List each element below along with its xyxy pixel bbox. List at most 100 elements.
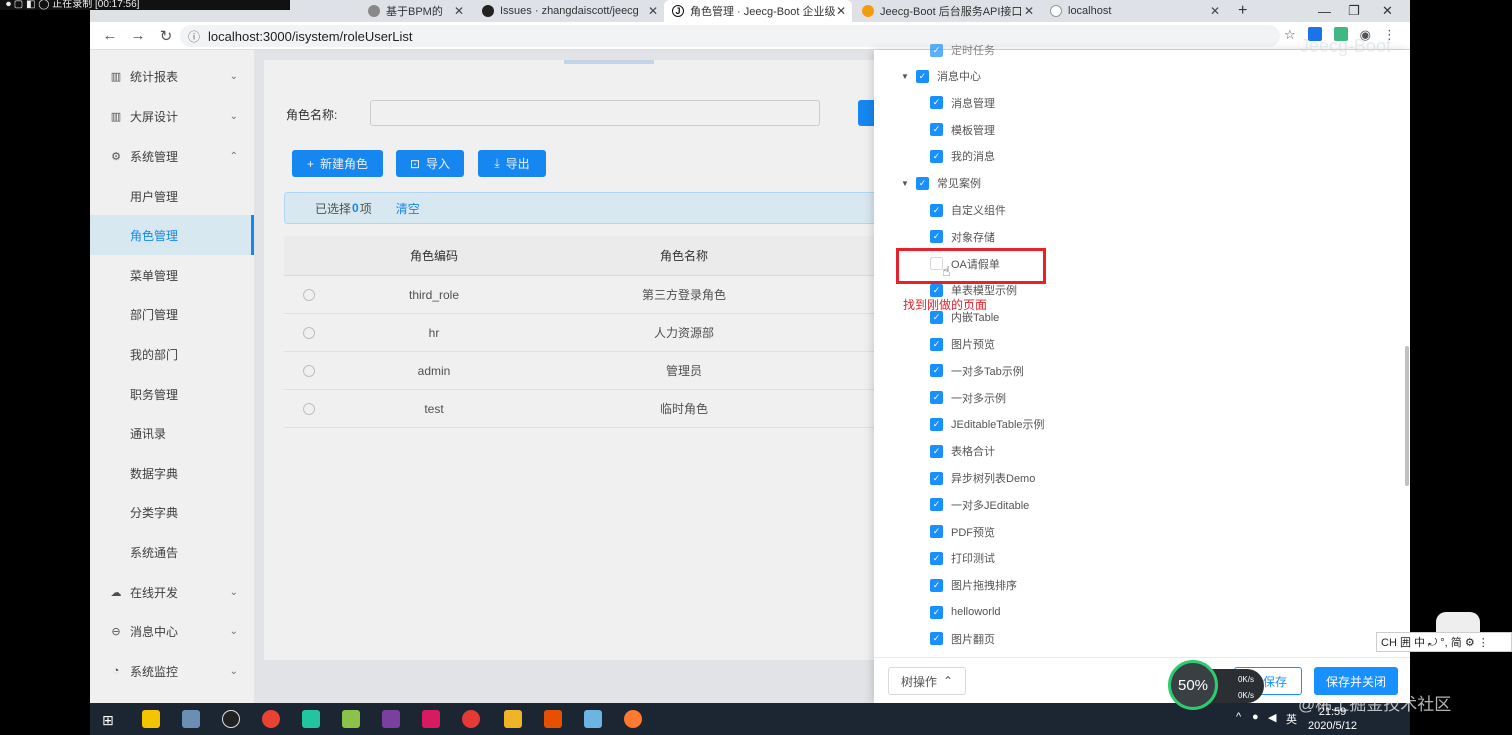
drawer-scrollbar[interactable] (1405, 346, 1409, 486)
close-icon[interactable]: ✕ (836, 4, 846, 18)
tree-node[interactable]: ▼ ✓ 消息中心 (898, 66, 981, 86)
browser-tab-active[interactable]: J 角色管理 · Jeecg-Boot 企业级 ✕ (664, 0, 852, 22)
tab-title: 基于BPM的 (386, 6, 443, 18)
browser-tab[interactable]: Jeecg-Boot 后台服务API接口 ✕ (854, 0, 1040, 22)
chevron-up-icon: ⌃ (942, 674, 954, 688)
recorder-icon[interactable] (462, 710, 480, 728)
address-bar: ← → ↻ ⓘ localhost:3000/isystem/roleUserL… (90, 22, 1410, 50)
tree-node-label: 图片拖拽排序 (951, 580, 1017, 593)
qq-icon[interactable] (222, 710, 240, 728)
checkbox-checked-icon[interactable]: ✓ (916, 69, 929, 83)
close-window-icon[interactable]: ✕ (1382, 0, 1393, 22)
checkbox-checked-icon[interactable]: ✓ (930, 149, 943, 163)
checkbox-checked-icon[interactable]: ✓ (930, 43, 943, 57)
star-icon[interactable]: ☆ (1284, 27, 1296, 43)
caret-down-icon[interactable]: ▼ (898, 72, 912, 81)
tree-node[interactable]: ✓ helloworld (930, 602, 1001, 622)
tree-node[interactable]: ✓ 自定义组件 (930, 200, 1006, 220)
file-explorer-icon[interactable] (182, 710, 200, 728)
tree-node-label: 模板管理 (951, 124, 995, 137)
checkbox-checked-icon[interactable]: ✓ (930, 578, 943, 592)
tree-node[interactable]: ✓ 图片拖拽排序 (930, 575, 1017, 595)
tree-node[interactable]: ✓ 模板管理 (930, 120, 995, 140)
checkbox-checked-icon[interactable]: ✓ (930, 471, 943, 485)
close-icon[interactable]: ✕ (1024, 4, 1034, 18)
reload-icon[interactable]: ↻ (152, 27, 180, 45)
chrome-icon[interactable] (262, 710, 280, 728)
tree-node[interactable]: ✓ 一对多JEditable (930, 495, 1029, 515)
tree-node[interactable]: ▼ ✓ 常见案例 (898, 173, 981, 193)
tree-operations-button[interactable]: 树操作 ⌃ (888, 667, 966, 695)
browser-tab[interactable]: localhost ✕ (1042, 0, 1226, 22)
network-speed-widget: 0K/s 0K/s 50% (1168, 660, 1264, 712)
tree-node[interactable]: ✓ 图片翻页 (930, 629, 995, 649)
checkbox-checked-icon[interactable]: ✓ (930, 123, 943, 137)
tree-node-label: 消息管理 (951, 97, 995, 110)
checkbox-checked-icon[interactable]: ✓ (930, 525, 943, 539)
screen: 基于BPM的 ✕ Issues · zhangdaiscott/jeecg ✕ … (90, 0, 1410, 735)
close-icon[interactable]: ✕ (454, 4, 464, 18)
tree-node[interactable]: ✓ 一对多示例 (930, 388, 1006, 408)
intellij-icon[interactable] (422, 710, 440, 728)
checkbox-checked-icon[interactable]: ✓ (930, 444, 943, 458)
tree-node[interactable]: ✓ 对象存储 (930, 227, 995, 247)
tree-node[interactable]: ✓ 我的消息 (930, 146, 995, 166)
app-area: ▥ 统计报表 ⌄ ▥ 大屏设计 ⌄ ⚙ 系统管理 ⌃ 用户管理 角色管理 菜单管… (90, 43, 1410, 703)
postman-icon[interactable] (624, 710, 642, 728)
sticky-notes-icon[interactable] (142, 710, 160, 728)
checkbox-checked-icon[interactable]: ✓ (930, 283, 943, 297)
back-icon[interactable]: ← (96, 27, 124, 44)
volume-icon[interactable]: ◀ (1268, 711, 1276, 724)
tree-node[interactable]: ✓ 异步树列表Demo (930, 468, 1035, 488)
download-speed: 0K/s (1237, 691, 1254, 700)
close-icon[interactable]: ✕ (648, 4, 658, 18)
tree-node[interactable]: ✓ 图片预览 (930, 334, 995, 354)
checkbox-checked-icon[interactable]: ✓ (930, 632, 943, 646)
tree-node[interactable]: ✓ 打印测试 (930, 548, 995, 568)
notepad-icon[interactable] (342, 710, 360, 728)
checkbox-checked-icon[interactable]: ✓ (930, 605, 943, 619)
tree-node[interactable]: ✓ PDF预览 (930, 522, 995, 542)
tree-node[interactable]: ✓ 消息管理 (930, 93, 995, 113)
app-icon[interactable] (584, 710, 602, 728)
checkbox-checked-icon[interactable]: ✓ (930, 337, 943, 351)
restore-icon[interactable]: ❐ (1348, 0, 1360, 22)
checkbox-checked-icon[interactable]: ✓ (930, 203, 943, 217)
checkbox-checked-icon[interactable]: ✓ (930, 551, 943, 565)
ime-toolbar-text: CH 囲 中 ⤾ °, 简 ⚙ ⋮ (1381, 637, 1489, 649)
checkbox-checked-icon[interactable]: ✓ (930, 230, 943, 244)
checkbox-checked-icon[interactable]: ✓ (930, 498, 943, 512)
tray-qq-icon[interactable]: ● (1252, 711, 1259, 723)
onenote-icon[interactable] (382, 710, 400, 728)
permission-drawer: ✓ 定时任务 ▼ ✓ 消息中心 ✓ 消息管理 ✓ 模板管理 ✓ 我的消息 ▼ ✓ 常见案例 ✓ 自定义组件… (874, 43, 1410, 703)
tree-node[interactable]: ✓ 一对多Tab示例 (930, 361, 1024, 381)
forward-icon[interactable]: → (124, 27, 152, 44)
checkbox-checked-icon[interactable]: ✓ (930, 96, 943, 110)
browser-tab[interactable]: Issues · zhangdaiscott/jeecg ✕ (474, 0, 664, 22)
tray-chevron-icon[interactable]: ^ (1236, 711, 1241, 723)
annotation-text: 找到刚做的页面 (903, 298, 988, 312)
url-field[interactable]: ⓘ localhost:3000/isystem/roleUserList (180, 25, 1280, 47)
new-tab-button[interactable]: + (1238, 0, 1247, 22)
tree-node[interactable]: ✓ 表格合计 (930, 441, 995, 461)
checkbox-checked-icon[interactable]: ✓ (930, 391, 943, 405)
tree-node-label: 一对多JEditable (951, 499, 1030, 512)
close-icon[interactable]: ✕ (1210, 4, 1220, 18)
tree-node-label: JEditableTable示例 (951, 419, 1045, 432)
caret-down-icon[interactable]: ▼ (898, 179, 912, 188)
ime-toolbar[interactable]: CH 囲 中 ⤾ °, 简 ⚙ ⋮ (1376, 632, 1512, 652)
drawer-mask[interactable] (90, 50, 874, 703)
checkbox-checked-icon[interactable]: ✓ (930, 364, 943, 378)
windows-start-icon[interactable]: ⊞ (102, 712, 114, 729)
webstorm-icon[interactable] (302, 710, 320, 728)
checkbox-checked-icon[interactable]: ✓ (916, 176, 929, 190)
tree-node-partial[interactable]: ✓ 定时任务 (930, 40, 995, 60)
tree-node-label: 图片翻页 (951, 633, 995, 646)
tree-node[interactable]: ✓ JEditableTable示例 (930, 414, 1045, 434)
input-language[interactable]: 英 (1286, 711, 1297, 727)
browser-tab[interactable]: 基于BPM的 ✕ (360, 0, 470, 22)
checkbox-checked-icon[interactable]: ✓ (930, 417, 943, 431)
powerpoint-icon[interactable] (544, 710, 562, 728)
folder-icon[interactable] (504, 710, 522, 728)
minimize-icon[interactable]: — (1318, 0, 1331, 22)
